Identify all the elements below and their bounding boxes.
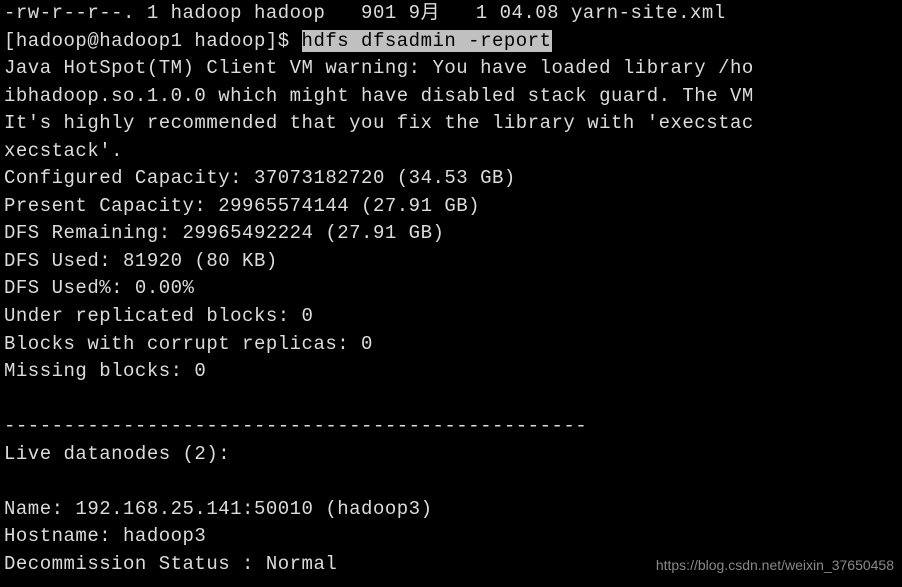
datanode-hostname: Hostname: hadoop3	[4, 525, 206, 547]
ls-output-line: -rw-r--r--. 1 hadoop hadoop 901 9月 1 04.…	[4, 2, 726, 24]
missing-blocks: Missing blocks: 0	[4, 360, 206, 382]
configured-capacity: Configured Capacity: 37073182720 (34.53 …	[4, 167, 516, 189]
jvm-warning-line: It's highly recommended that you fix the…	[4, 112, 754, 134]
live-datanodes-header: Live datanodes (2):	[4, 443, 230, 465]
jvm-warning-line: xecstack'.	[4, 140, 123, 162]
dfs-used: DFS Used: 81920 (80 KB)	[4, 250, 278, 272]
shell-prompt: [hadoop@hadoop1 hadoop]$	[4, 30, 302, 52]
datanode-decommission-status: Decommission Status : Normal	[4, 553, 337, 575]
watermark-url: https://blog.csdn.net/weixin_37650458	[656, 555, 894, 575]
present-capacity: Present Capacity: 29965574144 (27.91 GB)	[4, 195, 480, 217]
corrupt-blocks: Blocks with corrupt replicas: 0	[4, 333, 373, 355]
separator-line: ----------------------------------------…	[4, 415, 587, 437]
dfs-used-percent: DFS Used%: 0.00%	[4, 277, 194, 299]
datanode-name: Name: 192.168.25.141:50010 (hadoop3)	[4, 498, 432, 520]
entered-command: hdfs dfsadmin -report	[302, 30, 552, 52]
terminal-output[interactable]: -rw-r--r--. 1 hadoop hadoop 901 9月 1 04.…	[4, 0, 898, 578]
jvm-warning-line: Java HotSpot(TM) Client VM warning: You …	[4, 57, 754, 79]
jvm-warning-line: ibhadoop.so.1.0.0 which might have disab…	[4, 85, 754, 107]
under-replicated-blocks: Under replicated blocks: 0	[4, 305, 313, 327]
dfs-remaining: DFS Remaining: 29965492224 (27.91 GB)	[4, 222, 444, 244]
